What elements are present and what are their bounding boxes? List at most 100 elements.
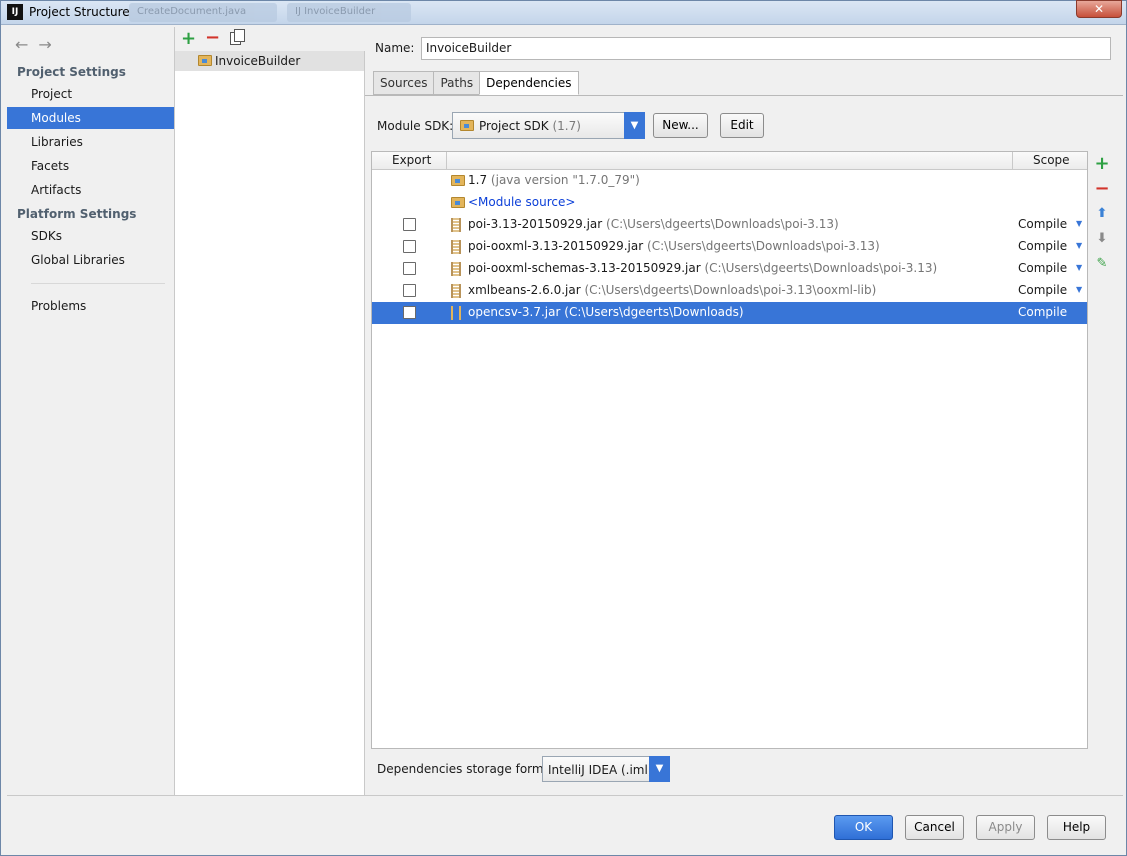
chevron-down-icon[interactable]: ▼ bbox=[1076, 219, 1082, 228]
column-divider bbox=[1012, 152, 1013, 170]
remove-module-icon[interactable]: − bbox=[205, 27, 220, 48]
dependency-path: (java version "1.7.0_79") bbox=[490, 173, 640, 187]
table-row-selected[interactable]: opencsv-3.7.jar (C:\Users\dgeerts\Downlo… bbox=[372, 302, 1087, 324]
apply-button[interactable]: Apply bbox=[976, 815, 1035, 840]
help-button[interactable]: Help bbox=[1047, 815, 1106, 840]
module-item-invoicebuilder[interactable]: InvoiceBuilder bbox=[175, 51, 364, 71]
module-toolbar: + − bbox=[175, 27, 365, 51]
nav-item-project[interactable]: Project bbox=[7, 83, 174, 105]
intellij-app-icon: IJ bbox=[7, 4, 23, 20]
export-checkbox[interactable] bbox=[403, 218, 416, 231]
column-header-export[interactable]: Export bbox=[392, 152, 431, 170]
jar-icon bbox=[451, 306, 461, 320]
forward-arrow-icon[interactable]: → bbox=[38, 35, 51, 54]
dependency-path: (C:\Users\dgeerts\Downloads\poi-3.13) bbox=[606, 217, 839, 231]
table-header: Export Scope bbox=[372, 152, 1087, 170]
module-name-input[interactable]: InvoiceBuilder bbox=[421, 37, 1111, 60]
window-close-button[interactable]: ✕ bbox=[1076, 0, 1122, 18]
sdk-selected-version: (1.7) bbox=[552, 119, 581, 133]
dependency-name: opencsv-3.7.jar bbox=[468, 305, 561, 319]
nav-item-sdks[interactable]: SDKs bbox=[7, 225, 174, 247]
back-arrow-icon[interactable]: ← bbox=[15, 35, 28, 54]
nav-divider bbox=[31, 283, 165, 284]
ok-button[interactable]: OK bbox=[834, 815, 893, 840]
column-header-scope[interactable]: Scope bbox=[1033, 152, 1070, 170]
chevron-down-icon[interactable]: ▼ bbox=[1076, 285, 1082, 294]
scope-value[interactable]: Compile bbox=[1018, 217, 1067, 231]
nav-item-libraries[interactable]: Libraries bbox=[7, 131, 174, 153]
tab-paths[interactable]: Paths bbox=[433, 71, 481, 95]
storage-format-label: Dependencies storage format: bbox=[377, 762, 560, 776]
storage-format-value: IntelliJ IDEA (.iml) bbox=[548, 763, 653, 777]
nav-item-modules[interactable]: Modules bbox=[7, 107, 174, 129]
new-sdk-button[interactable]: New... bbox=[653, 113, 708, 138]
add-module-icon[interactable]: + bbox=[181, 28, 196, 49]
background-tab-invoicebuilder[interactable]: IJ InvoiceBuilder bbox=[287, 3, 411, 22]
cancel-button[interactable]: Cancel bbox=[905, 815, 964, 840]
jar-icon bbox=[451, 218, 461, 232]
project-structure-window: IJ Project Structure CreateDocument.java… bbox=[0, 0, 1127, 856]
chevron-down-icon[interactable]: ▼ bbox=[649, 756, 670, 782]
chevron-down-icon[interactable]: ▼ bbox=[1076, 241, 1082, 250]
nav-item-problems[interactable]: Problems bbox=[7, 295, 174, 317]
name-label: Name: bbox=[375, 41, 415, 55]
export-checkbox[interactable] bbox=[403, 240, 416, 253]
add-dependency-icon[interactable]: + bbox=[1094, 153, 1110, 174]
tab-sources[interactable]: Sources bbox=[373, 71, 435, 95]
table-row[interactable]: poi-3.13-20150929.jar (C:\Users\dgeerts\… bbox=[372, 214, 1087, 236]
storage-format-dropdown[interactable]: IntelliJ IDEA (.iml) ▼ bbox=[542, 756, 670, 782]
dependency-name: poi-3.13-20150929.jar bbox=[468, 217, 603, 231]
sdk-selected-value: Project SDK (1.7) bbox=[479, 119, 581, 133]
dependency-path: (C:\Users\dgeerts\Downloads\poi-3.13) bbox=[704, 261, 938, 275]
module-list-panel: + − InvoiceBuilder bbox=[175, 27, 365, 795]
export-checkbox[interactable] bbox=[403, 284, 416, 297]
window-title: Project Structure bbox=[29, 5, 130, 19]
move-down-icon[interactable]: ⬇ bbox=[1094, 231, 1110, 246]
dependencies-table: Export Scope 1.7 (java version "1.7.0_79… bbox=[371, 151, 1088, 749]
dependency-name: xmlbeans-2.6.0.jar bbox=[468, 283, 581, 297]
dependency-label: 1.7 (java version "1.7.0_79") bbox=[468, 173, 640, 187]
dependency-label: opencsv-3.7.jar (C:\Users\dgeerts\Downlo… bbox=[468, 305, 744, 319]
table-row[interactable]: poi-ooxml-schemas-3.13-20150929.jar (C:\… bbox=[372, 258, 1087, 280]
module-tabs: Sources Paths Dependencies bbox=[373, 71, 579, 95]
scope-value[interactable]: Compile bbox=[1018, 283, 1067, 297]
table-row[interactable]: poi-ooxml-3.13-20150929.jar (C:\Users\dg… bbox=[372, 236, 1087, 258]
platform-settings-header: Platform Settings bbox=[17, 207, 137, 221]
nav-arrows: ← → bbox=[15, 35, 62, 54]
table-row[interactable]: <Module source> bbox=[372, 192, 1087, 214]
move-up-icon[interactable]: ⬆ bbox=[1094, 206, 1110, 221]
dependency-name: poi-ooxml-3.13-20150929.jar bbox=[468, 239, 644, 253]
table-row[interactable]: xmlbeans-2.6.0.jar (C:\Users\dgeerts\Dow… bbox=[372, 280, 1087, 302]
sdk-folder-icon bbox=[460, 120, 474, 131]
module-sdk-dropdown[interactable]: Project SDK (1.7) ▼ bbox=[452, 112, 645, 139]
copy-module-icon[interactable] bbox=[230, 29, 245, 45]
jar-icon bbox=[451, 262, 461, 276]
jar-icon bbox=[451, 240, 461, 254]
scope-value[interactable]: Compile bbox=[1018, 261, 1067, 275]
nav-item-artifacts[interactable]: Artifacts bbox=[7, 179, 174, 201]
table-row[interactable]: 1.7 (java version "1.7.0_79") bbox=[372, 170, 1087, 192]
dependency-path: (C:\Users\dgeerts\Downloads\poi-3.13) bbox=[647, 239, 880, 253]
settings-navigation: ← → Project Settings Project Modules Libr… bbox=[7, 27, 175, 795]
sdk-selected-name: Project SDK bbox=[479, 119, 549, 133]
scope-value[interactable]: Compile bbox=[1018, 305, 1067, 319]
nav-item-global-libraries[interactable]: Global Libraries bbox=[7, 249, 174, 271]
module-source-folder-icon bbox=[451, 197, 465, 208]
dependency-label: poi-ooxml-schemas-3.13-20150929.jar (C:\… bbox=[468, 261, 937, 275]
chevron-down-icon[interactable]: ▼ bbox=[1076, 263, 1082, 272]
remove-dependency-icon[interactable]: − bbox=[1094, 178, 1110, 199]
export-checkbox[interactable] bbox=[403, 306, 416, 319]
dependency-name: 1.7 bbox=[468, 173, 488, 187]
edit-sdk-button[interactable]: Edit bbox=[720, 113, 764, 138]
nav-item-facets[interactable]: Facets bbox=[7, 155, 174, 177]
dependency-label: xmlbeans-2.6.0.jar (C:\Users\dgeerts\Dow… bbox=[468, 283, 876, 297]
chevron-down-icon[interactable]: ▼ bbox=[624, 112, 645, 139]
background-tab-createdocument[interactable]: CreateDocument.java bbox=[129, 3, 277, 22]
scope-value[interactable]: Compile bbox=[1018, 239, 1067, 253]
export-checkbox[interactable] bbox=[403, 262, 416, 275]
dependency-path: (C:\Users\dgeerts\Downloads\poi-3.13\oox… bbox=[584, 283, 877, 297]
dependency-label: poi-ooxml-3.13-20150929.jar (C:\Users\dg… bbox=[468, 239, 880, 253]
tab-dependencies[interactable]: Dependencies bbox=[479, 71, 579, 95]
dependency-path: (C:\Users\dgeerts\Downloads) bbox=[564, 305, 744, 319]
edit-pencil-icon[interactable]: ✎ bbox=[1094, 256, 1110, 271]
